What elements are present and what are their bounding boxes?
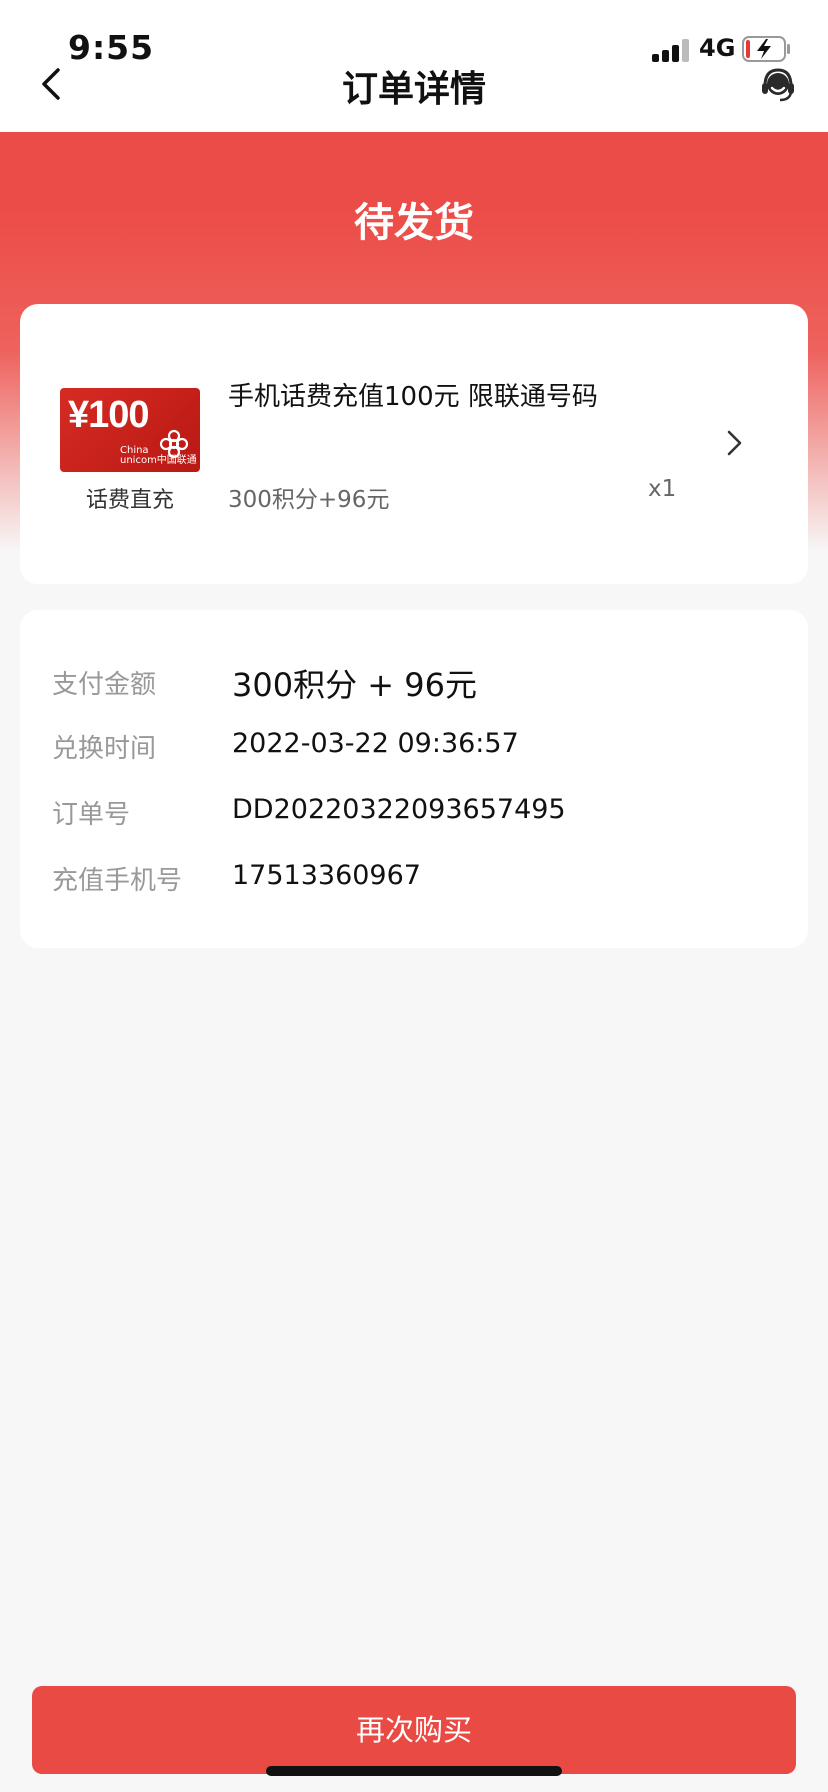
detail-row-order-number: 订单号 DD20220322093657495 (52, 786, 792, 834)
page-title: 订单详情 (341, 69, 486, 110)
network-type: 4G (699, 34, 736, 62)
product-thumbnail: ¥100 China unicom中国联通 (60, 388, 200, 472)
thumbnail-brand: China unicom中国联通 (120, 445, 197, 466)
detail-row-phone-number: 充值手机号 17513360967 (52, 852, 792, 900)
detail-value: DD20220322093657495 (232, 794, 566, 825)
product-card[interactable]: ¥100 China unicom中国联通 话费直充 手机话费充值100元 限联… (20, 304, 808, 584)
detail-value: 300积分 + 96元 (232, 666, 477, 704)
product-category: 话费直充 (85, 488, 174, 513)
detail-label: 兑换时间 (52, 734, 157, 764)
detail-value: 2022-03-22 09:36:57 (232, 728, 519, 759)
order-status: 待发货 (354, 200, 474, 246)
signal-icon (652, 38, 692, 62)
detail-value: 17513360967 (232, 860, 421, 891)
product-quantity: x1 (648, 476, 677, 502)
status-bar: 9:55 4G 订单详情 (0, 0, 828, 132)
battery-charging-icon (742, 36, 790, 62)
product-name: 手机话费充值100元 限联通号码 (228, 382, 598, 412)
chevron-right-icon[interactable] (724, 426, 746, 460)
product-price: 300积分+96元 (228, 487, 390, 513)
home-indicator (266, 1766, 562, 1776)
detail-label: 订单号 (52, 800, 131, 830)
detail-label: 充值手机号 (52, 866, 183, 896)
customer-service-icon[interactable] (760, 66, 796, 104)
buy-again-button[interactable]: 再次购买 (32, 1686, 796, 1774)
detail-label: 支付金额 (52, 670, 157, 700)
order-details-card: 支付金额 300积分 + 96元 兑换时间 2022-03-22 09:36:5… (20, 610, 808, 948)
detail-row-payment: 支付金额 300积分 + 96元 (52, 656, 792, 704)
thumbnail-price: ¥100 (68, 394, 150, 436)
detail-row-exchange-time: 兑换时间 2022-03-22 09:36:57 (52, 720, 792, 768)
